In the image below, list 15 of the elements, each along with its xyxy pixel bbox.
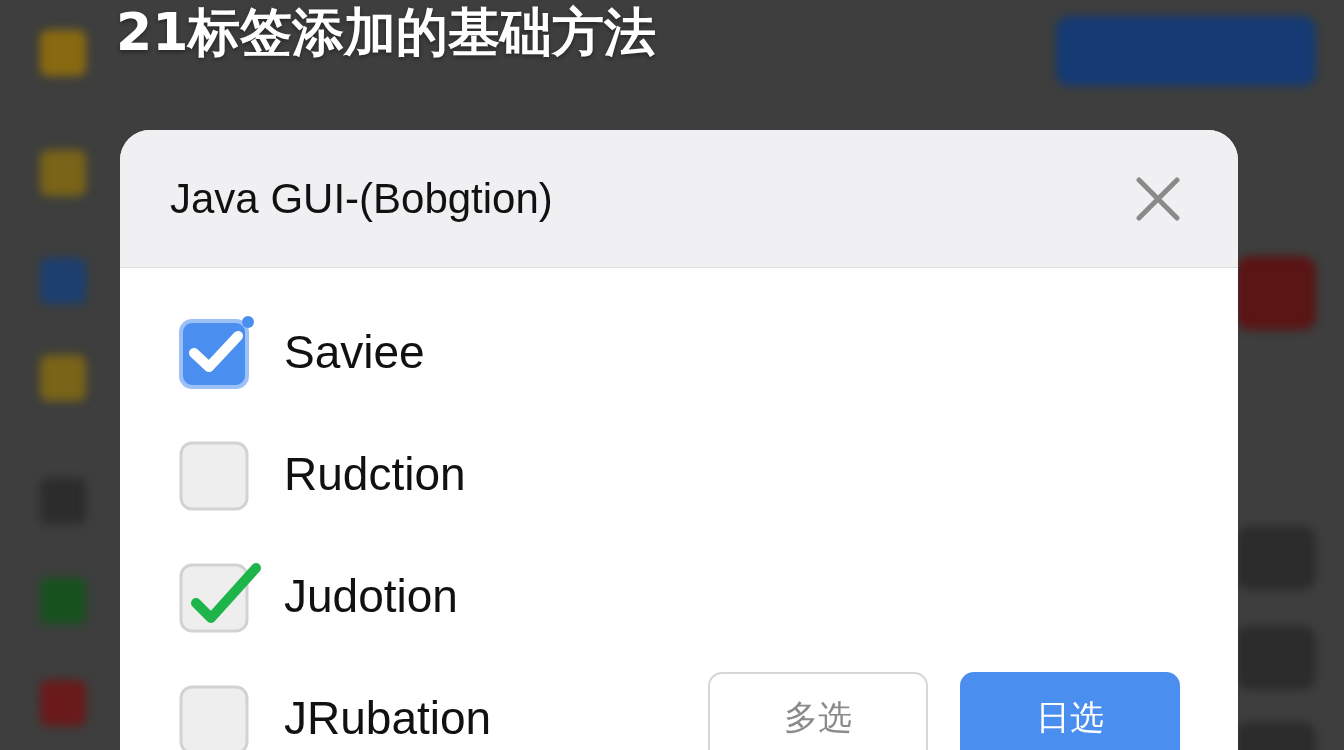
option-label: Judotion bbox=[284, 569, 458, 623]
blurred-icon bbox=[40, 355, 86, 401]
dialog-title: Java GUI-(Bobgtion) bbox=[170, 174, 553, 223]
caption-title: 21标签添加的基础方法 bbox=[116, 1, 657, 64]
confirm-button[interactable]: 日选 bbox=[960, 672, 1180, 750]
option-label: Saviee bbox=[284, 325, 425, 379]
close-icon[interactable] bbox=[1136, 176, 1180, 221]
blurred-icon bbox=[40, 680, 86, 726]
option-label: Rudction bbox=[284, 447, 466, 501]
option-label: JRubation bbox=[284, 691, 492, 745]
blurred-icon bbox=[40, 258, 86, 304]
option-button[interactable]: 多选 bbox=[708, 672, 928, 750]
blurred-icon bbox=[40, 150, 86, 196]
blurred-icon bbox=[40, 578, 86, 624]
blurred-icon bbox=[40, 30, 86, 76]
